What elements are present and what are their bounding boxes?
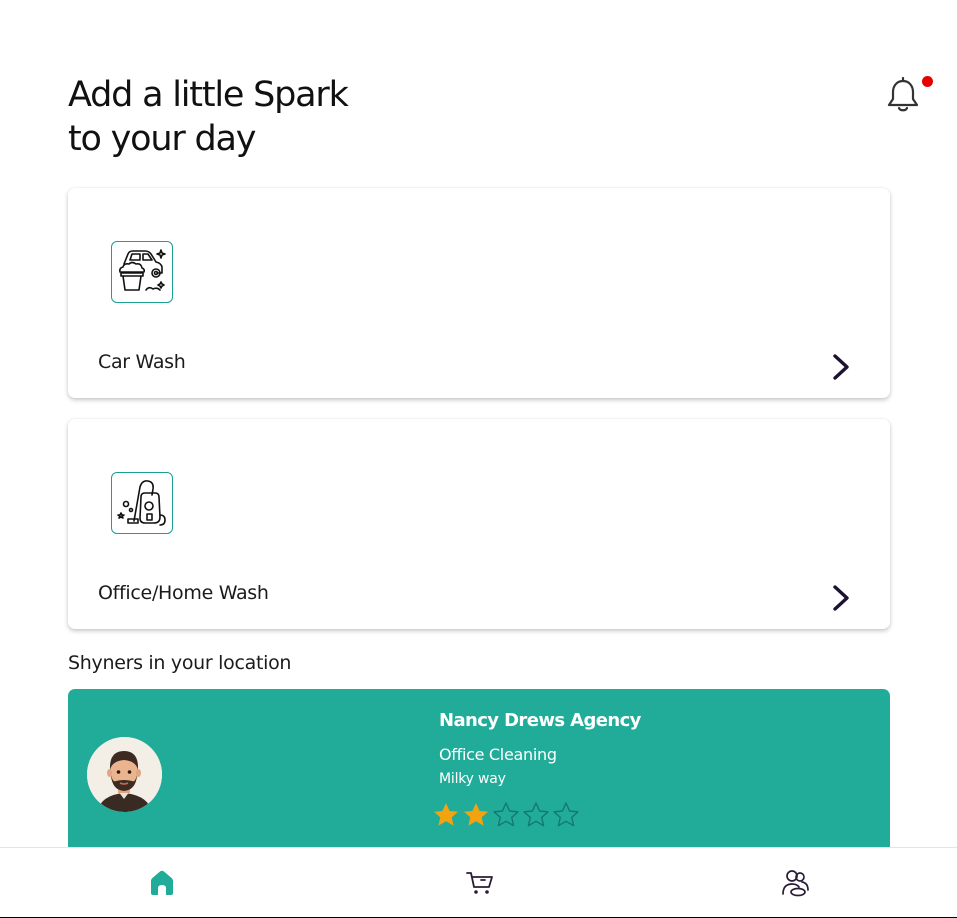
page-title-line-2: to your day <box>68 119 256 159</box>
avatar <box>87 737 162 812</box>
star-rating <box>431 801 581 827</box>
page-title-line-1: Add a little Spark <box>68 75 349 115</box>
star-outline-icon <box>553 802 579 827</box>
notification-bell-icon[interactable] <box>884 76 924 114</box>
shyner-name: Nancy Drews Agency <box>439 710 641 731</box>
page-title: Add a little Spark to your day <box>68 73 349 161</box>
service-card-label: Car Wash <box>98 351 186 373</box>
star-filled-icon <box>434 803 458 826</box>
car-wash-icon <box>111 241 173 303</box>
shyner-location: Milky way <box>439 771 506 787</box>
service-card-car-wash[interactable]: Car Wash <box>68 188 890 398</box>
star-outline-icon <box>523 802 549 827</box>
star-filled-icon <box>464 803 488 826</box>
shyner-service: Office Cleaning <box>439 745 557 764</box>
service-card-office-home-wash[interactable]: Office/Home Wash <box>68 419 890 629</box>
shyners-section-title: Shyners in your location <box>68 652 292 674</box>
vacuum-cleaner-icon <box>111 472 173 534</box>
chevron-right-icon[interactable] <box>830 352 852 382</box>
users-icon[interactable] <box>780 868 810 898</box>
shyner-card[interactable]: Nancy Drews Agency Office Cleaning Milky… <box>68 689 890 859</box>
service-card-label: Office/Home Wash <box>98 582 269 604</box>
bottom-navigation <box>0 847 957 918</box>
cart-icon[interactable] <box>465 868 495 898</box>
notification-badge-dot <box>922 76 933 87</box>
home-icon[interactable] <box>147 868 177 898</box>
chevron-right-icon[interactable] <box>830 583 852 613</box>
star-outline-icon <box>493 802 519 827</box>
